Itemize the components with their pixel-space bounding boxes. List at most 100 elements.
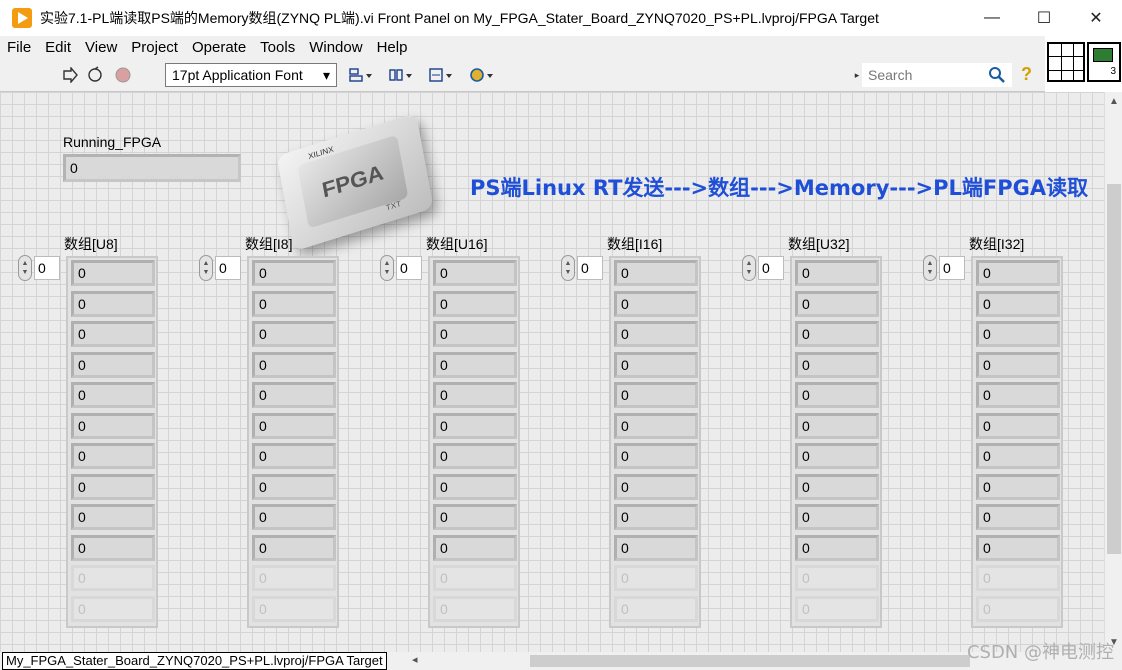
toolbar: 17pt Application Font ▾ ▸ Search ?	[0, 58, 1045, 92]
resize-objects-icon[interactable]	[427, 65, 455, 85]
array-element: 0	[614, 321, 698, 347]
font-select-value: 17pt Application Font	[172, 67, 303, 83]
array-element: 0	[71, 595, 155, 622]
running-fpga-label: Running_FPGA	[63, 134, 162, 150]
array-label: 数组[U8]	[64, 236, 118, 252]
array-index-control[interactable]: ▲ ▼ 0	[380, 254, 424, 282]
index-spinner-icon[interactable]: ▲ ▼	[199, 255, 213, 281]
watermark: CSDN @神电测控	[966, 642, 1114, 663]
array-element: 0	[71, 290, 155, 317]
menu-window[interactable]: Window	[302, 39, 369, 56]
array-indicator: 0 0 0 0 0 0 0 0 0 0 0 0	[247, 256, 339, 628]
array-element: 0	[976, 473, 1060, 500]
menu-help[interactable]: Help	[370, 39, 415, 56]
menu-tools[interactable]: Tools	[253, 39, 302, 56]
array-element: 0	[71, 443, 155, 469]
array-element: 0	[433, 351, 517, 378]
chip-label: FPGA	[297, 134, 409, 229]
array-index-control[interactable]: ▲ ▼ 0	[18, 254, 62, 282]
menu-view[interactable]: View	[78, 39, 124, 56]
array-element: 0	[614, 565, 698, 591]
array-element: 0	[252, 443, 336, 469]
run-continuously-icon[interactable]	[85, 65, 105, 85]
distribute-objects-icon[interactable]	[387, 65, 415, 85]
context-help-icon[interactable]: ?	[1021, 64, 1032, 85]
search-placeholder: Search	[868, 67, 913, 83]
reorder-icon[interactable]	[468, 65, 496, 85]
scroll-up-icon[interactable]: ▲	[1109, 96, 1119, 107]
close-button[interactable]: ✕	[1070, 0, 1122, 36]
align-objects-icon[interactable]	[347, 65, 375, 85]
array-element: 0	[433, 290, 517, 317]
array-element: 0	[976, 351, 1060, 378]
index-spinner-icon[interactable]: ▲ ▼	[923, 255, 937, 281]
array-element: 0	[252, 290, 336, 317]
array-element: 0	[795, 504, 879, 530]
array-element: 0	[614, 443, 698, 469]
vertical-scrollbar[interactable]: ▲ ▼	[1104, 92, 1122, 652]
array-element: 0	[433, 534, 517, 561]
menu-operate[interactable]: Operate	[185, 39, 253, 56]
project-path[interactable]: My_FPGA_Stater_Board_ZYNQ7020_PS+PL.lvpr…	[2, 652, 387, 670]
array-index-value[interactable]: 0	[577, 256, 603, 280]
fpga-chip-image: XILINX FPGA TXT	[276, 112, 434, 252]
array-element: 0	[614, 382, 698, 408]
array-element: 0	[433, 412, 517, 439]
connector-pane-icon[interactable]	[1047, 42, 1085, 82]
maximize-button[interactable]: ☐	[1018, 0, 1070, 36]
horizontal-scroll-thumb[interactable]	[530, 655, 970, 667]
array-element: 0	[252, 260, 336, 286]
menu-project[interactable]: Project	[124, 39, 185, 56]
array-element: 0	[795, 534, 879, 561]
array-element: 0	[252, 412, 336, 439]
vertical-scroll-thumb[interactable]	[1107, 184, 1121, 554]
running-fpga-indicator: 0	[63, 154, 241, 182]
array-element: 0	[976, 443, 1060, 469]
array-index-value[interactable]: 0	[396, 256, 422, 280]
array-element: 0	[71, 412, 155, 439]
array-element: 0	[71, 321, 155, 347]
abort-icon[interactable]	[113, 65, 133, 85]
font-select[interactable]: 17pt Application Font ▾	[165, 63, 337, 87]
array-index-control[interactable]: ▲ ▼ 0	[199, 254, 243, 282]
array-element: 0	[71, 382, 155, 408]
array-index-value[interactable]: 0	[215, 256, 241, 280]
array-index-value[interactable]: 0	[758, 256, 784, 280]
array-element: 0	[252, 504, 336, 530]
index-spinner-icon[interactable]: ▲ ▼	[561, 255, 575, 281]
array-index-value[interactable]: 0	[939, 256, 965, 280]
menu-edit[interactable]: Edit	[38, 39, 78, 56]
front-panel: Running_FPGA 0 XILINX FPGA TXT PS端Linux …	[0, 92, 1104, 652]
menu-file[interactable]: File	[0, 39, 38, 56]
array-element: 0	[976, 321, 1060, 347]
array-element: 0	[976, 382, 1060, 408]
array-index-control[interactable]: ▲ ▼ 0	[742, 254, 786, 282]
array-element: 0	[433, 595, 517, 622]
vi-icon-screen	[1093, 48, 1113, 62]
array-element: 0	[795, 443, 879, 469]
array-element: 0	[795, 260, 879, 286]
array-index-control[interactable]: ▲ ▼ 0	[561, 254, 605, 282]
array-label: 数组[I32]	[969, 236, 1025, 252]
index-spinner-icon[interactable]: ▲ ▼	[380, 255, 394, 281]
array-indicator: 0 0 0 0 0 0 0 0 0 0 0 0	[66, 256, 158, 628]
search-icon[interactable]	[987, 65, 1007, 85]
window-controls: — ☐ ✕	[966, 0, 1122, 36]
scroll-left-icon[interactable]: ◂	[412, 653, 418, 666]
status-bar: My_FPGA_Stater_Board_ZYNQ7020_PS+PL.lvpr…	[0, 652, 1122, 670]
array-element: 0	[795, 565, 879, 591]
array-index-control[interactable]: ▲ ▼ 0	[923, 254, 967, 282]
array-element: 0	[252, 595, 336, 622]
index-spinner-icon[interactable]: ▲ ▼	[742, 255, 756, 281]
toolbar-expand-icon[interactable]: ▸	[852, 65, 862, 85]
array-element: 0	[252, 473, 336, 500]
array-element: 0	[433, 504, 517, 530]
minimize-button[interactable]: —	[966, 0, 1018, 36]
array-element: 0	[976, 290, 1060, 317]
index-spinner-icon[interactable]: ▲ ▼	[18, 255, 32, 281]
vi-icon[interactable]: 3	[1087, 42, 1121, 82]
array-element: 0	[976, 504, 1060, 530]
run-arrow-icon[interactable]	[60, 65, 80, 85]
array-element: 0	[433, 473, 517, 500]
array-index-value[interactable]: 0	[34, 256, 60, 280]
